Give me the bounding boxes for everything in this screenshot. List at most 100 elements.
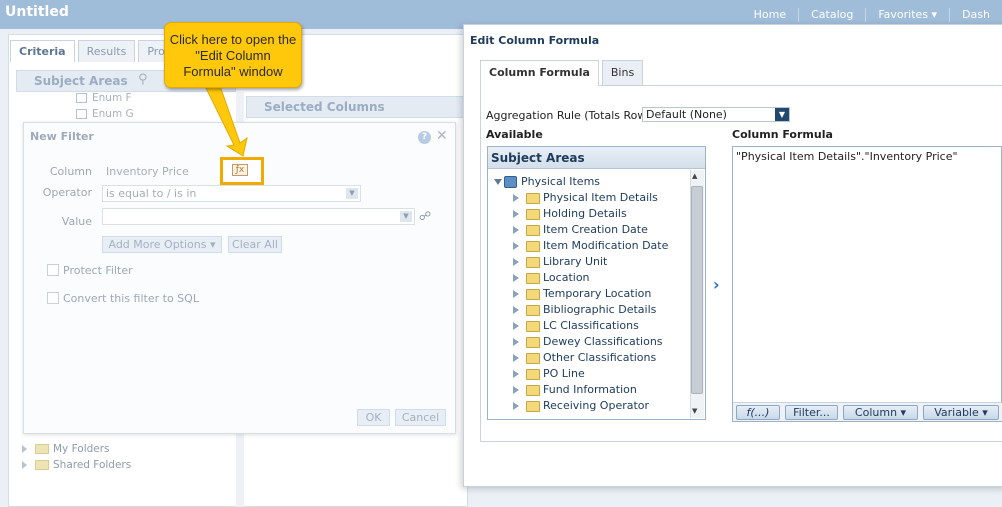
- folder-icon: [35, 460, 49, 470]
- convert-sql-checkbox[interactable]: [47, 292, 59, 304]
- column-label: Column: [49, 165, 92, 178]
- convert-sql-label: Convert this filter to SQL: [63, 292, 199, 305]
- folder-icon: [526, 384, 540, 396]
- new-filter-title: New Filter: [30, 130, 94, 143]
- tree-item[interactable]: PO Line: [513, 367, 585, 380]
- folder-my-folders[interactable]: My Folders: [22, 443, 110, 455]
- add-to-formula-icon[interactable]: ›: [713, 275, 720, 294]
- function-button[interactable]: f(...): [736, 405, 780, 420]
- expand-icon[interactable]: [513, 338, 519, 346]
- expand-icon[interactable]: [513, 242, 519, 250]
- expand-icon[interactable]: [513, 290, 519, 298]
- column-value: Inventory Price: [106, 165, 189, 178]
- value-input[interactable]: ▼: [102, 208, 415, 225]
- tree-item[interactable]: Physical Item Details: [513, 191, 658, 204]
- close-icon[interactable]: ✕: [436, 128, 448, 144]
- help-icon[interactable]: ?: [418, 131, 431, 144]
- tree-item[interactable]: Dewey Classifications: [513, 335, 663, 348]
- folder-icon: [526, 224, 540, 236]
- column-formula-label: Column Formula: [732, 128, 833, 141]
- folder-icon: [526, 272, 540, 284]
- search-icon[interactable]: ⚲: [138, 72, 148, 87]
- column-icon: [76, 109, 87, 119]
- binoculars-icon[interactable]: ☍: [419, 209, 431, 223]
- expand-icon[interactable]: [513, 274, 519, 282]
- dialog-title: Edit Column Formula: [470, 34, 600, 47]
- aggregation-rule-select[interactable]: Default (None): [642, 107, 790, 122]
- edit-formula-icon[interactable]: ƒx: [232, 164, 248, 176]
- chevron-down-icon[interactable]: ▼: [775, 108, 789, 121]
- collapse-icon[interactable]: [494, 179, 502, 185]
- ok-button[interactable]: OK: [357, 409, 390, 426]
- expand-icon: [22, 461, 27, 469]
- folder-icon: [526, 368, 540, 380]
- tree-root-physical-items[interactable]: Physical Items: [494, 175, 600, 188]
- tree-item[interactable]: Holding Details: [513, 207, 627, 220]
- tree-item[interactable]: Other Classifications: [513, 351, 656, 364]
- nav-dashboards[interactable]: Dash: [949, 7, 1002, 22]
- tree-item[interactable]: Receiving Operator: [513, 399, 649, 412]
- chevron-down-icon: ▼: [400, 211, 412, 222]
- expand-icon[interactable]: [513, 226, 519, 234]
- add-more-options-button[interactable]: Add More Options ▾: [102, 236, 222, 253]
- expand-icon: [22, 445, 27, 453]
- tab-criteria[interactable]: Criteria: [10, 40, 75, 62]
- folder-icon: [526, 320, 540, 332]
- expand-icon[interactable]: [513, 258, 519, 266]
- nav-favorites[interactable]: Favorites ▾: [865, 7, 949, 22]
- protect-filter-label: Protect Filter: [63, 264, 133, 277]
- folder-icon: [526, 288, 540, 300]
- folder-shared-folders[interactable]: Shared Folders: [22, 459, 131, 471]
- tab-results[interactable]: Results: [77, 40, 136, 62]
- folder-icon: [35, 444, 49, 454]
- expand-icon[interactable]: [513, 194, 519, 202]
- tree-item[interactable]: Fund Information: [513, 383, 637, 396]
- scroll-down-icon[interactable]: ▼: [692, 407, 697, 415]
- protect-filter-checkbox[interactable]: [47, 264, 59, 276]
- tree-item[interactable]: Location: [513, 271, 590, 284]
- nav-home[interactable]: Home: [742, 8, 798, 22]
- selected-columns-header: Selected Columns: [246, 96, 464, 118]
- folder-icon: [526, 352, 540, 364]
- cube-icon: [504, 176, 517, 188]
- tree-item[interactable]: Library Unit: [513, 255, 607, 268]
- folder-icon: [526, 304, 540, 316]
- chevron-down-icon: ▼: [346, 188, 358, 199]
- formula-text[interactable]: "Physical Item Details"."Inventory Price…: [736, 150, 958, 163]
- expand-icon[interactable]: [513, 386, 519, 394]
- scroll-up-icon[interactable]: ▲: [692, 172, 697, 180]
- clear-all-button[interactable]: Clear All: [228, 236, 282, 253]
- folder-icon: [526, 336, 540, 348]
- tree-item[interactable]: LC Classifications: [513, 319, 639, 332]
- folder-icon: [526, 192, 540, 204]
- tree-item[interactable]: Item Creation Date: [513, 223, 648, 236]
- folder-icon: [526, 400, 540, 412]
- formula-tabs: Column Formula Bins: [480, 60, 646, 86]
- tutorial-callout: Click here to open the "Edit Column Form…: [164, 22, 302, 88]
- expand-icon[interactable]: [513, 210, 519, 218]
- column-button[interactable]: Column ▾: [843, 405, 918, 420]
- expand-icon[interactable]: [513, 306, 519, 314]
- cancel-button[interactable]: Cancel: [395, 409, 446, 426]
- analysis-tabs: Criteria Results Prom: [10, 40, 188, 62]
- expand-icon[interactable]: [513, 402, 519, 410]
- expand-icon[interactable]: [513, 370, 519, 378]
- operator-label: Operator: [42, 186, 92, 199]
- variable-button[interactable]: Variable ▾: [923, 405, 999, 420]
- tab-bins[interactable]: Bins: [601, 60, 644, 85]
- column-formula-editor[interactable]: [732, 146, 1002, 422]
- aggregation-rule-label: Aggregation Rule (Totals Row): [486, 109, 651, 122]
- tab-column-formula[interactable]: Column Formula: [480, 60, 599, 86]
- tree-item[interactable]: Item Modification Date: [513, 239, 668, 252]
- operator-select[interactable]: is equal to / is in ▼: [102, 185, 361, 202]
- column-icon: [76, 93, 87, 103]
- list-item[interactable]: Enum G: [76, 108, 134, 120]
- nav-catalog[interactable]: Catalog: [798, 7, 865, 22]
- tree-item[interactable]: Temporary Location: [513, 287, 651, 300]
- filter-button[interactable]: Filter...: [785, 405, 838, 420]
- expand-icon[interactable]: [513, 354, 519, 362]
- scrollbar-thumb[interactable]: [691, 186, 703, 394]
- tree-item[interactable]: Bibliographic Details: [513, 303, 656, 316]
- list-item[interactable]: Enum F: [76, 92, 132, 104]
- expand-icon[interactable]: [513, 322, 519, 330]
